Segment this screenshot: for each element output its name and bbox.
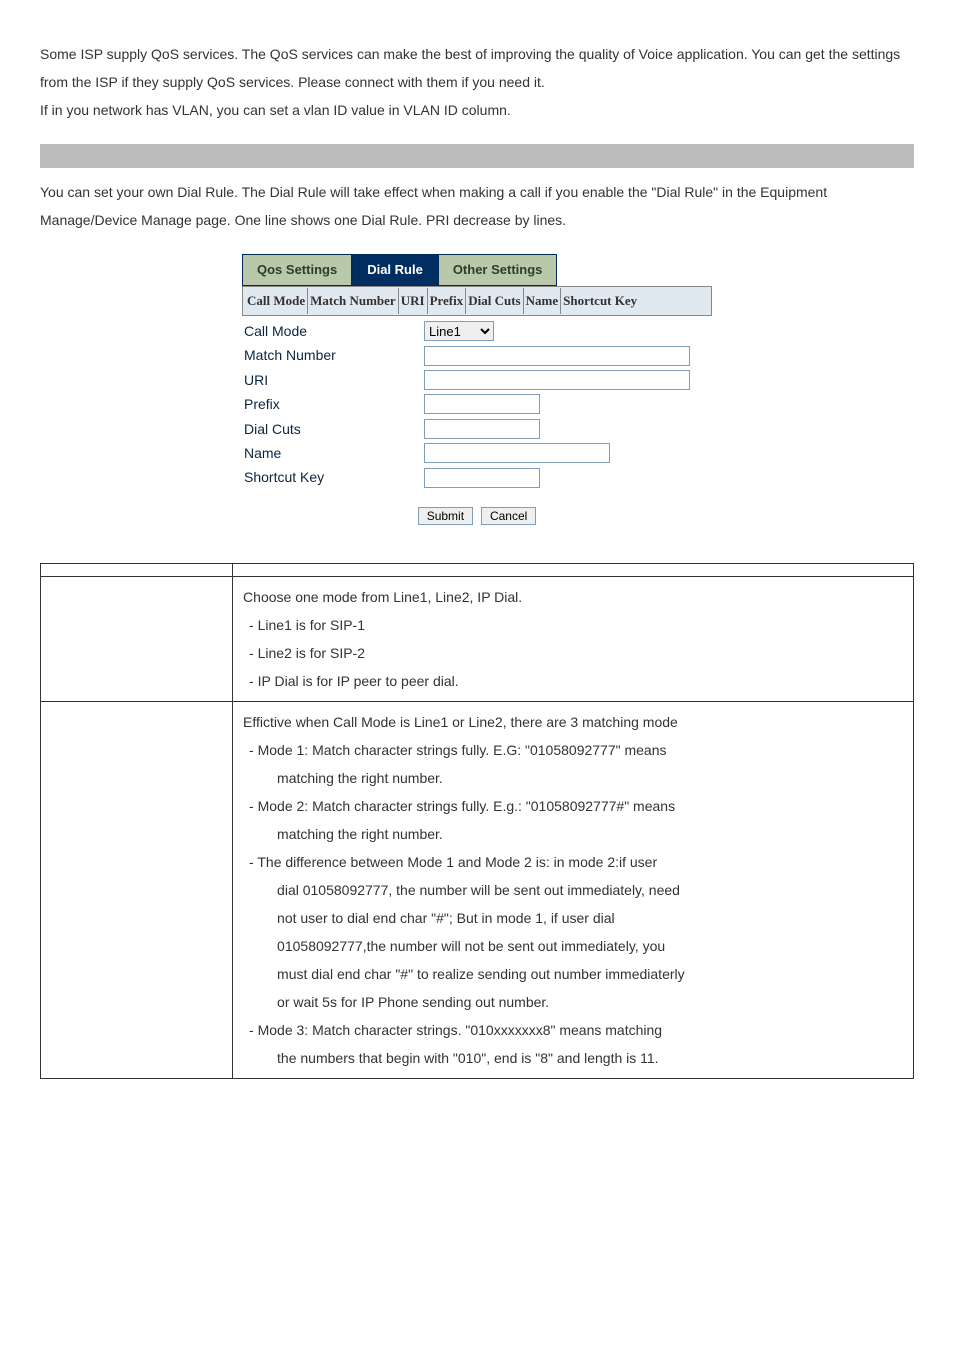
callmode-li3: IP Dial is for IP peer to peer dial. bbox=[261, 667, 903, 695]
match-m3-b: the numbers that begin with "010", end i… bbox=[261, 1050, 659, 1066]
field-description-table: Choose one mode from Line1, Line2, IP Di… bbox=[40, 563, 914, 1079]
uri-input[interactable] bbox=[424, 370, 690, 390]
match-m2-a: Mode 2: Match character strings fully. E… bbox=[258, 798, 675, 814]
tab-qos-settings[interactable]: Qos Settings bbox=[242, 254, 352, 286]
match-m3-a: Mode 3: Match character strings. "010xxx… bbox=[258, 1022, 662, 1038]
call-mode-select[interactable]: Line1 bbox=[424, 321, 494, 341]
row-match-number-desc: Effictive when Call Mode is Line1 or Lin… bbox=[233, 701, 914, 1078]
match-mode1: Mode 1: Match character strings fully. E… bbox=[261, 736, 903, 792]
callmode-li1: Line1 is for SIP-1 bbox=[261, 611, 903, 639]
match-diff-f: or wait 5s for IP Phone sending out numb… bbox=[261, 994, 549, 1010]
tab-other-settings[interactable]: Other Settings bbox=[438, 254, 558, 286]
header-call-mode: Call Mode bbox=[245, 288, 308, 314]
cancel-button[interactable]: Cancel bbox=[481, 507, 536, 525]
row-match-number-label bbox=[41, 701, 233, 1078]
label-call-mode: Call Mode bbox=[244, 320, 424, 342]
match-m2-b: matching the right number. bbox=[261, 826, 443, 842]
header-name: Name bbox=[524, 288, 562, 314]
label-name: Name bbox=[244, 442, 424, 464]
label-shortcut-key: Shortcut Key bbox=[244, 466, 424, 488]
dial-cuts-input[interactable] bbox=[424, 419, 540, 439]
row-call-mode-desc: Choose one mode from Line1, Line2, IP Di… bbox=[233, 576, 914, 701]
callmode-desc-text: Choose one mode from Line1, Line2, IP Di… bbox=[243, 589, 522, 605]
callmode-li2: Line2 is for SIP-2 bbox=[261, 639, 903, 667]
header-dial-cuts: Dial Cuts bbox=[466, 288, 523, 314]
th-field bbox=[41, 563, 233, 576]
header-match-number: Match Number bbox=[308, 288, 399, 314]
label-dial-cuts: Dial Cuts bbox=[244, 418, 424, 440]
intro-text-3: You can set your own Dial Rule. The Dial… bbox=[40, 184, 827, 228]
prefix-input[interactable] bbox=[424, 394, 540, 414]
name-input[interactable] bbox=[424, 443, 610, 463]
match-diff-a: The difference between Mode 1 and Mode 2… bbox=[257, 854, 657, 870]
match-m1-a: Mode 1: Match character strings fully. E… bbox=[258, 742, 667, 758]
dial-rule-panel: Qos Settings Dial Rule Other Settings Ca… bbox=[242, 254, 712, 533]
submit-button[interactable]: Submit bbox=[418, 507, 473, 525]
label-prefix: Prefix bbox=[244, 393, 424, 415]
section-divider bbox=[40, 144, 914, 168]
th-description bbox=[233, 563, 914, 576]
match-mode3: Mode 3: Match character strings. "010xxx… bbox=[261, 1016, 903, 1072]
table-header: Call Mode Match Number URI Prefix Dial C… bbox=[242, 286, 712, 316]
intro-text-2: If in you network has VLAN, you can set … bbox=[40, 102, 511, 118]
match-diff-c: not user to dial end char "#"; But in mo… bbox=[261, 910, 615, 926]
match-intro: Effictive when Call Mode is Line1 or Lin… bbox=[243, 714, 678, 730]
label-match-number: Match Number bbox=[244, 344, 424, 366]
shortcut-key-input[interactable] bbox=[424, 468, 540, 488]
match-diff: The difference between Mode 1 and Mode 2… bbox=[261, 848, 903, 1016]
match-m1-b: matching the right number. bbox=[261, 770, 443, 786]
match-diff-e: must dial end char "#" to realize sendin… bbox=[261, 966, 685, 982]
header-uri: URI bbox=[399, 288, 428, 314]
tab-dial-rule[interactable]: Dial Rule bbox=[352, 254, 438, 286]
row-call-mode-label bbox=[41, 576, 233, 701]
match-diff-d: 01058092777,the number will not be sent … bbox=[261, 938, 665, 954]
match-number-input[interactable] bbox=[424, 346, 690, 366]
match-mode2: Mode 2: Match character strings fully. E… bbox=[261, 792, 903, 848]
header-shortcut-key: Shortcut Key bbox=[561, 288, 639, 314]
header-prefix: Prefix bbox=[428, 288, 467, 314]
match-diff-b: dial 01058092777, the number will be sen… bbox=[261, 882, 680, 898]
intro-text-1: Some ISP supply QoS services. The QoS se… bbox=[40, 46, 900, 90]
label-uri: URI bbox=[244, 369, 424, 391]
